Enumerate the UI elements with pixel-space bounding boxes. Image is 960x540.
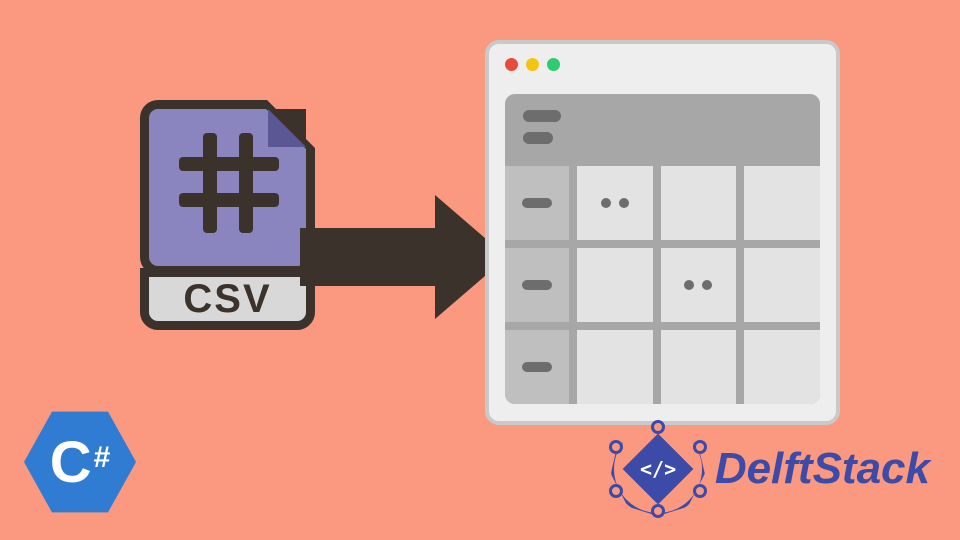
csv-file-body (140, 100, 315, 275)
minimize-icon (526, 58, 539, 71)
table-cell (744, 166, 820, 240)
table-cell (661, 248, 737, 322)
hash-icon (179, 133, 279, 233)
window-titlebar (489, 44, 836, 84)
maximize-icon (547, 58, 560, 71)
spreadsheet-window (485, 40, 840, 425)
csv-label: CSV (140, 268, 315, 330)
brand-name: DelftStack (715, 444, 930, 494)
row-label (505, 330, 569, 404)
close-icon (505, 58, 518, 71)
csharp-logo-icon: C # (24, 406, 136, 518)
csharp-letter: C (50, 429, 92, 496)
table-cell (577, 166, 653, 240)
table-header (505, 94, 820, 166)
csv-file-icon: CSV (140, 100, 315, 335)
data-table (505, 94, 820, 404)
table-body (505, 166, 820, 404)
table-cell (744, 248, 820, 322)
header-bar (523, 110, 561, 122)
arrow-right-icon (300, 195, 507, 319)
table-cell (661, 166, 737, 240)
table-cell (661, 330, 737, 404)
csharp-sharp: # (94, 441, 111, 475)
illustration-canvas: CSV (0, 0, 960, 540)
badge-code-text: </> (640, 457, 676, 481)
delftstack-badge-icon: </> (611, 422, 705, 516)
table-cell (577, 330, 653, 404)
table-cell (577, 248, 653, 322)
delftstack-logo: </> DelftStack (611, 422, 930, 516)
row-label (505, 166, 569, 240)
csv-page-fold-inner (268, 109, 306, 147)
row-label (505, 248, 569, 322)
header-bar (523, 132, 553, 144)
table-cell (744, 330, 820, 404)
